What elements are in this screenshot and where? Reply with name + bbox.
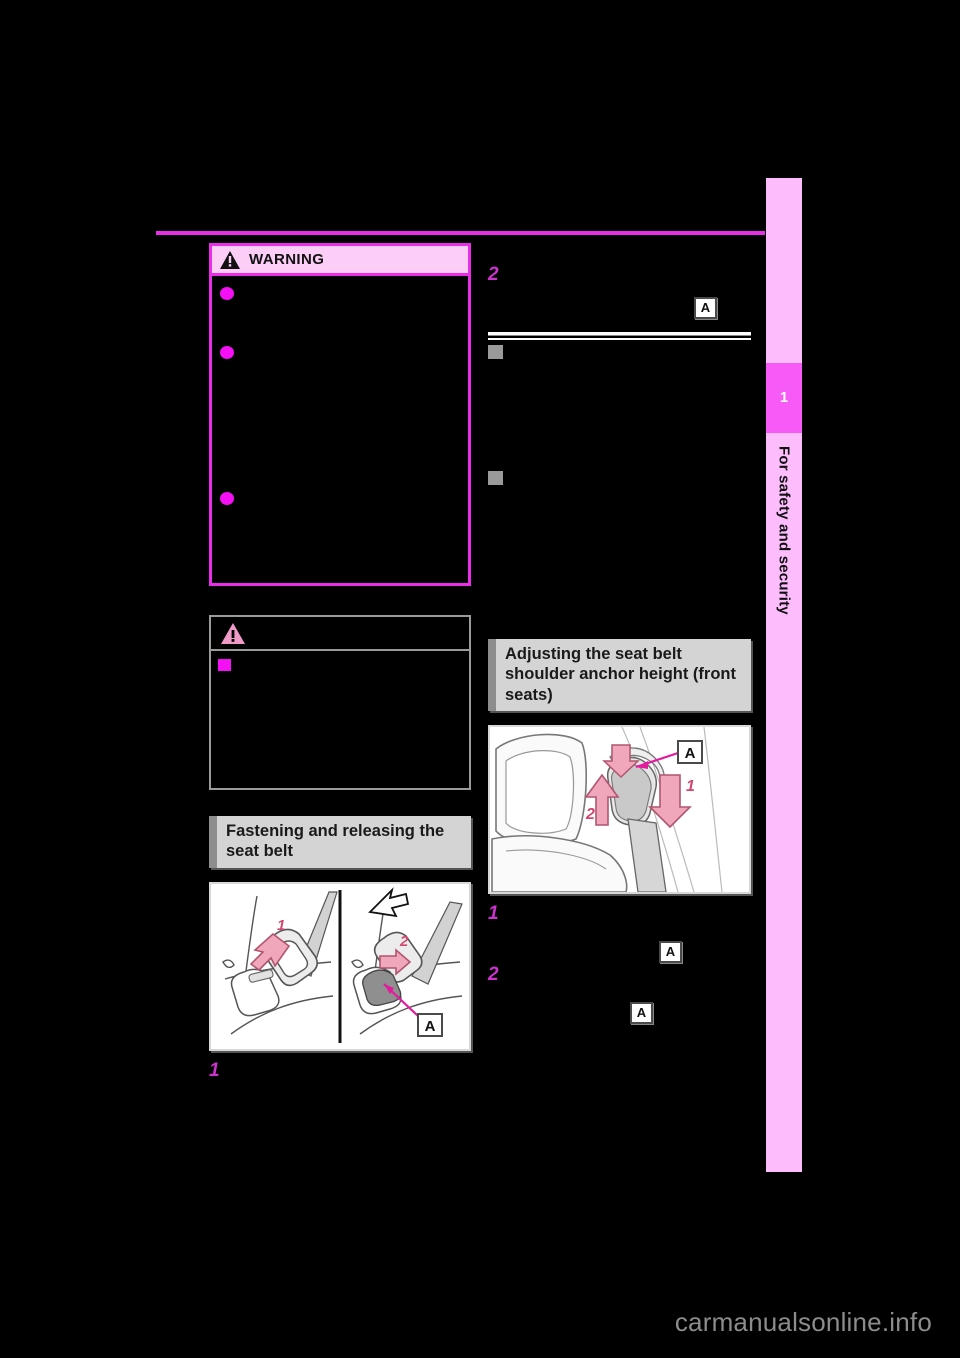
svg-text:2: 2: [399, 933, 409, 950]
seat-belt-buckle-illustration: 1 2 A: [209, 881, 471, 1051]
right-step-bottom-1-number: 1: [488, 902, 499, 924]
notice-bullet-1: [218, 659, 231, 671]
warning-title: WARNING: [249, 251, 325, 268]
notice-box-header: [211, 617, 469, 651]
right-step-bottom-2: 2: [488, 965, 751, 984]
right-column: 2 A Adjusting the seat belt shoulder anc…: [488, 243, 751, 1024]
right-step-bottom-2-number: 2: [488, 963, 499, 985]
site-watermark: carmanualsonline.info: [674, 1307, 932, 1337]
right-bullet-2-row: [488, 469, 751, 485]
page-top-rule: [156, 231, 765, 235]
warning-box: WARNING: [209, 243, 471, 586]
left-column: WARNING Fastening and releasing the seat…: [209, 243, 471, 1080]
right-step-bottom-2-callout-row: A: [488, 984, 751, 1024]
right-step-top-2: 2: [488, 265, 751, 284]
callout-a-bottom-2: A: [630, 1001, 653, 1024]
section-header-fastening: Fastening and releasing the seat belt: [209, 816, 471, 868]
manual-page: WARNING Fastening and releasing the seat…: [0, 0, 960, 1358]
warning-triangle-icon: [220, 250, 240, 269]
right-bullet-2-icon: [488, 471, 503, 485]
subsection-bullet-icon: [488, 345, 503, 359]
right-step-bottom-1-callout-row: A: [488, 923, 751, 965]
svg-text:2: 2: [585, 806, 595, 823]
notice-triangle-icon: [221, 622, 245, 644]
left-step-1: 1: [209, 1061, 471, 1080]
svg-text:1: 1: [686, 778, 695, 795]
subsection-divider-2: [488, 338, 751, 340]
chapter-title-vertical: For safety and security: [766, 440, 802, 760]
warning-box-body: [215, 279, 465, 580]
svg-text:A: A: [685, 745, 696, 762]
right-step-top-callout-row: A: [488, 284, 751, 324]
section-header-label-2: Adjusting the seat belt shoulder anchor …: [505, 645, 736, 704]
section-header-accent-bar: [209, 816, 217, 868]
subsection-divider: [488, 332, 751, 336]
notice-box-body: [211, 651, 469, 788]
notice-box: [209, 615, 471, 790]
chapter-number-tab[interactable]: 1: [766, 363, 802, 433]
section-header-shoulder-anchor: Adjusting the seat belt shoulder anchor …: [488, 639, 751, 711]
right-step-top-2-number: 2: [488, 264, 499, 285]
callout-a-top: A: [694, 297, 717, 319]
right-step-bottom-1: 1: [488, 904, 751, 923]
warning-bullet-1: [220, 287, 234, 300]
right-subsection-heading-row: [488, 343, 751, 359]
chapter-title-text: For safety and security: [775, 446, 793, 615]
warning-bullet-3: [220, 492, 234, 505]
section-header-label: Fastening and releasing the seat belt: [226, 822, 445, 861]
svg-text:A: A: [425, 1018, 436, 1035]
callout-a-bottom-1: A: [659, 940, 682, 963]
svg-text:1: 1: [277, 917, 285, 934]
left-step-1-number: 1: [209, 1059, 220, 1081]
warning-bullet-2: [220, 346, 234, 359]
shoulder-anchor-illustration: 1 2 A: [488, 724, 751, 894]
warning-box-header: WARNING: [212, 246, 468, 276]
section-header-accent-bar-2: [488, 639, 496, 711]
